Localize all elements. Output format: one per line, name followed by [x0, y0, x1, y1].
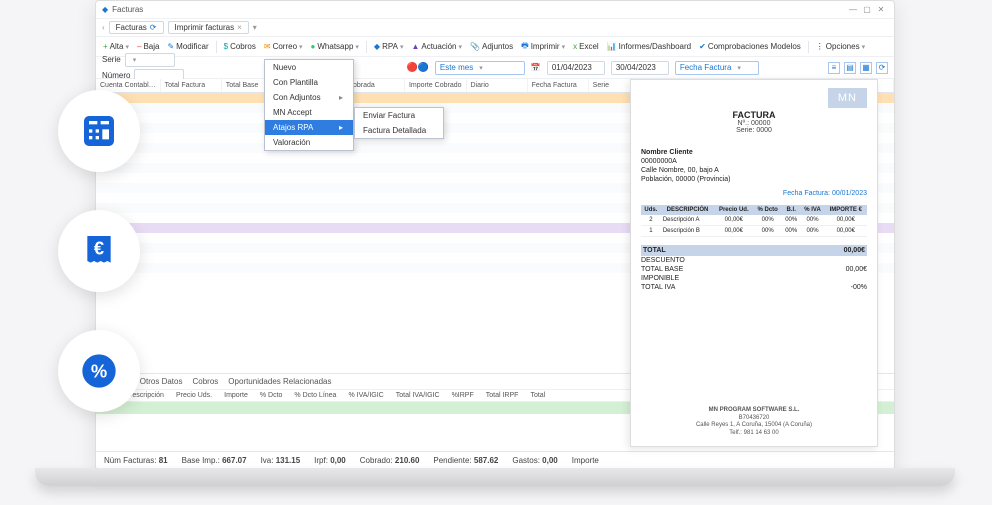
- status-bar: Núm Facturas: 81 Base Imp.: 667.07 Iva: …: [96, 451, 894, 469]
- filter-row: Serie Número 🔴🔵 Este mes 📅 01/04/2023 30…: [96, 57, 894, 79]
- menu-item[interactable]: Valoración: [265, 135, 353, 150]
- toolbar-alta[interactable]: +Alta▾: [100, 41, 132, 52]
- grid-col[interactable]: Importe Cobrado: [405, 79, 467, 92]
- window-title: Facturas: [112, 5, 143, 14]
- toolbar-cobros[interactable]: $Cobros: [221, 41, 259, 52]
- date-to-input[interactable]: 30/04/2023: [611, 61, 669, 75]
- detail-col: % Dcto Línea: [288, 390, 342, 401]
- invoice-footer: MN PROGRAM SOFTWARE S.L. B70436720 Calle…: [641, 407, 867, 438]
- invoice-number: Nº.: 00000: [641, 120, 867, 127]
- detail-col: Total IRPF: [480, 390, 525, 401]
- color-dots-icon: 🔴🔵: [406, 62, 428, 73]
- rpa-submenu: Enviar FacturaFactura Detallada: [354, 107, 444, 139]
- grid-col[interactable]: Total Factura: [161, 79, 222, 92]
- detail-col: % Dcto: [254, 390, 289, 401]
- toolbar-modificar[interactable]: ✎Modificar: [164, 41, 211, 52]
- close-button[interactable]: ✕: [874, 5, 888, 14]
- toolbar-actuación[interactable]: ▲Actuación▾: [408, 41, 465, 52]
- menu-item[interactable]: Atajos RPA▸: [265, 120, 353, 135]
- tab-facturas[interactable]: Facturas ⟳: [109, 21, 164, 34]
- euro-receipt-icon: €: [58, 210, 140, 292]
- serie-label: Serie: [102, 55, 121, 64]
- laptop-base: [35, 468, 955, 486]
- detail-tab[interactable]: Oportunidades Relacionadas: [228, 377, 331, 386]
- calculator-icon: [58, 90, 140, 172]
- main-toolbar: +Alta▾–Baja✎Modificar $Cobros✉Correo▾●Wha…: [96, 37, 894, 57]
- invoice-totals: TOTAL00,00€ DESCUENTO TOTAL BASE00,00€ I…: [641, 245, 867, 292]
- invoice-preview: MN FACTURA Nº.: 00000 Serie: 0000 Nombre…: [630, 79, 878, 447]
- menu-item[interactable]: MN Accept: [265, 105, 353, 120]
- invoice-date: Fecha Factura: 00/01/2023: [641, 190, 867, 197]
- invoice-serie: Serie: 0000: [641, 127, 867, 134]
- client-block: Nombre Cliente 00000000A Calle Nombre, 0…: [641, 148, 867, 184]
- view-filter-button[interactable]: ▦: [860, 62, 872, 74]
- toolbar-correo[interactable]: ✉Correo▾: [261, 41, 306, 52]
- detail-tab[interactable]: Otros Datos: [140, 377, 183, 386]
- toolbar-opciones[interactable]: ⋮Opciones▾: [813, 41, 868, 52]
- toolbar-whatsapp[interactable]: ●Whatsapp▾: [308, 41, 362, 52]
- detail-col: Precio Uds.: [170, 390, 218, 401]
- tab-strip: ‹ Facturas ⟳ Imprimir facturas × ▾: [96, 19, 894, 37]
- maximize-button[interactable]: ▢: [860, 5, 874, 14]
- app-icon: ◆: [102, 5, 108, 14]
- toolbar-excel[interactable]: xExcel: [570, 41, 602, 52]
- rpa-dropdown-menu: NuevoCon PlantillaCon Adjuntos▸MN Accept…: [264, 59, 354, 151]
- tab-imprimir[interactable]: Imprimir facturas ×: [168, 21, 249, 34]
- svg-text:%: %: [91, 361, 107, 382]
- invoice-title: FACTURA: [641, 110, 867, 120]
- reload-icon[interactable]: ⟳: [150, 23, 157, 32]
- toolbar-imprimir[interactable]: 🖶Imprimir▾: [518, 39, 568, 55]
- toolbar-baja[interactable]: –Baja: [134, 41, 162, 52]
- detail-col: Total IVA/IGIC: [390, 390, 446, 401]
- menu-item[interactable]: Con Adjuntos▸: [265, 90, 353, 105]
- view-grid-button[interactable]: ▤: [844, 62, 856, 74]
- menu-item[interactable]: Con Plantilla: [265, 75, 353, 90]
- date-field-select[interactable]: Fecha Factura: [675, 61, 759, 75]
- view-list-button[interactable]: ≡: [828, 62, 840, 74]
- detail-col: Total: [524, 390, 551, 401]
- submenu-item[interactable]: Enviar Factura: [355, 108, 443, 123]
- toolbar-rpa[interactable]: ◆RPA▾: [371, 41, 407, 52]
- close-tab-icon[interactable]: ×: [237, 23, 242, 32]
- period-select[interactable]: Este mes: [435, 61, 525, 75]
- detail-col: %IRPF: [446, 390, 480, 401]
- grid-col[interactable]: Diario: [467, 79, 528, 92]
- toolbar-comprobaciones modelos[interactable]: ✔Comprobaciones Modelos: [696, 41, 804, 52]
- toolbar-informes/dashboard[interactable]: 📊Informes/Dashboard: [604, 41, 694, 52]
- serie-select[interactable]: [125, 53, 175, 67]
- detail-col: % IVA/IGIC: [342, 390, 389, 401]
- toolbar-adjuntos[interactable]: 📎Adjuntos: [467, 41, 516, 52]
- detail-col: Importe: [218, 390, 254, 401]
- refresh-button[interactable]: ⟳: [876, 62, 888, 74]
- back-icon[interactable]: ‹: [102, 23, 105, 32]
- app-window: ◆ Facturas — ▢ ✕ ‹ Facturas ⟳ Imprimir f…: [95, 0, 895, 470]
- titlebar: ◆ Facturas — ▢ ✕: [96, 1, 894, 19]
- invoice-lines-table: Uds.DESCRIPCIÓNPrecio Ud.% DctoB.I.% IVA…: [641, 205, 867, 237]
- detail-tab[interactable]: Cobros: [192, 377, 218, 386]
- brand-logo: MN: [828, 88, 867, 108]
- submenu-item[interactable]: Factura Detallada: [355, 123, 443, 138]
- percent-icon: %: [58, 330, 140, 412]
- svg-text:€: €: [94, 237, 104, 258]
- date-from-input[interactable]: 01/04/2023: [547, 61, 605, 75]
- calendar-icon[interactable]: 📅: [531, 63, 541, 72]
- menu-item[interactable]: Nuevo: [265, 60, 353, 75]
- grid-col[interactable]: Fecha Factura: [528, 79, 589, 92]
- minimize-button[interactable]: —: [846, 5, 860, 14]
